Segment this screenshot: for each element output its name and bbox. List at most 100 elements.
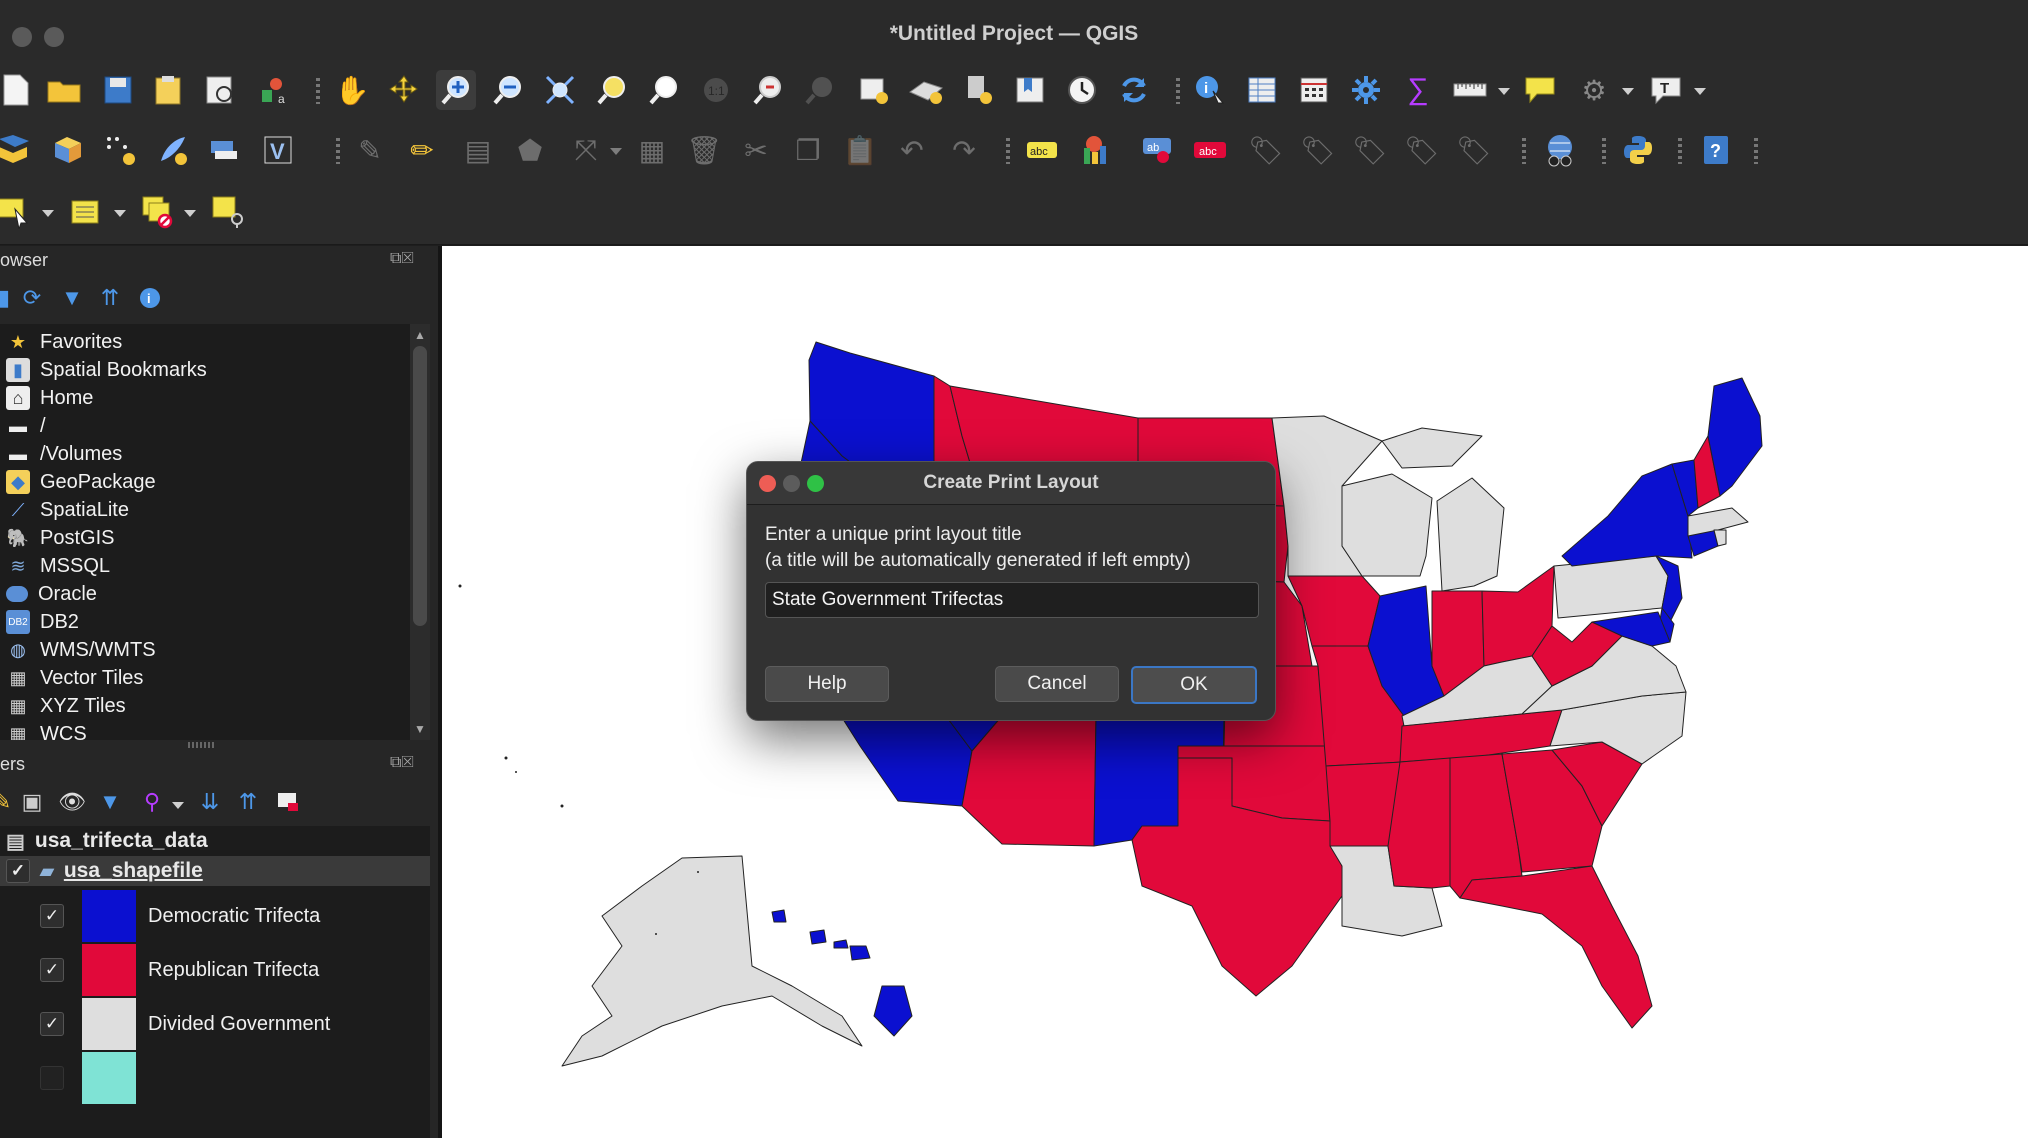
metasearch-icon[interactable] <box>1540 130 1580 170</box>
collapse-all-icon[interactable]: ⇈ <box>94 282 126 314</box>
save-project-icon[interactable] <box>98 70 138 110</box>
filter-dropdown-caret[interactable] <box>172 802 184 809</box>
move-label-icon[interactable]: 🏷 <box>1298 130 1338 170</box>
identify-features-icon[interactable]: i <box>1190 70 1230 110</box>
cut-features-icon[interactable]: ✂ <box>736 130 776 170</box>
deselect-dropdown-caret[interactable] <box>184 210 196 217</box>
processing-toolbox-icon[interactable] <box>1346 70 1386 110</box>
new-map-view-icon[interactable] <box>854 70 894 110</box>
add-group-icon[interactable]: ▣ <box>16 786 48 818</box>
filter-browser-icon[interactable]: ▼ <box>56 282 88 314</box>
digitize-icon[interactable]: ⬟ <box>510 130 550 170</box>
new-temporary-layer-icon[interactable] <box>100 130 140 170</box>
scroll-down-arrow[interactable]: ▼ <box>414 722 426 736</box>
filter-legend-icon[interactable]: ▼ <box>94 786 126 818</box>
deselect-all-icon[interactable] <box>138 192 178 232</box>
python-console-icon[interactable] <box>1618 130 1658 170</box>
close-panel-icon[interactable]: ☒ <box>401 250 413 267</box>
measure-icon[interactable] <box>1450 70 1490 110</box>
save-as-icon[interactable] <box>150 70 190 110</box>
temporal-controller-icon[interactable] <box>1062 70 1102 110</box>
select-dropdown-caret[interactable] <box>42 210 54 217</box>
attribute-table-icon[interactable] <box>1242 70 1282 110</box>
diagram-tool-icon[interactable] <box>1074 130 1114 170</box>
print-preview-icon[interactable] <box>200 70 240 110</box>
settings-gear-icon[interactable]: ⚙ <box>1574 70 1614 110</box>
remove-layer-icon[interactable] <box>272 786 304 818</box>
show-bookmarks-icon[interactable] <box>1010 70 1050 110</box>
browser-item-volumes[interactable]: ▬/Volumes <box>6 440 122 468</box>
highlight-label-icon[interactable]: ab <box>1138 130 1178 170</box>
legend-checkbox[interactable]: ✓ <box>40 1012 64 1036</box>
browser-item-root[interactable]: ▬ / <box>6 412 46 440</box>
select-features-icon[interactable] <box>0 192 34 232</box>
style-manager-icon[interactable]: a <box>254 70 294 110</box>
settings-dropdown-caret[interactable] <box>1622 88 1634 95</box>
browser-item-spatial-bookmarks[interactable]: ▮ Spatial Bookmarks <box>6 356 207 384</box>
zoom-out-icon[interactable] <box>488 70 528 110</box>
show-hide-labels-icon[interactable]: abc <box>1190 130 1230 170</box>
legend-checkbox[interactable]: ✓ <box>40 904 64 928</box>
layer-usa-shapefile[interactable]: ✓ ▰ usa_shapefile <box>6 856 203 886</box>
zoom-last-icon[interactable] <box>748 70 788 110</box>
zoom-full-icon[interactable] <box>540 70 580 110</box>
browser-item-spatialite[interactable]: ⟋ SpatiaLite <box>6 496 129 524</box>
change-label-icon[interactable]: 🏷 <box>1402 130 1442 170</box>
browser-item-wcs[interactable]: ▦ WCS <box>6 720 86 741</box>
new-shapefile-layer-icon[interactable] <box>204 130 244 170</box>
layer-visibility-checkbox[interactable]: ✓ <box>6 859 30 883</box>
save-edits-icon[interactable]: ▤ <box>458 130 498 170</box>
new-3d-view-icon[interactable] <box>906 70 946 110</box>
browser-item-favorites[interactable]: ★ Favorites <box>6 328 122 356</box>
cancel-button[interactable]: Cancel <box>995 666 1119 702</box>
new-geopackage-layer-icon[interactable] <box>48 130 88 170</box>
select-location-icon[interactable] <box>208 192 248 232</box>
pin-label-icon[interactable]: 🏷 <box>1246 130 1286 170</box>
layout-title-input[interactable]: State Government Trifectas <box>765 582 1259 618</box>
text-annotation-icon[interactable]: T <box>1646 70 1686 110</box>
help-button[interactable]: Help <box>765 666 889 702</box>
browser-item-mssql[interactable]: ≋ MSSQL <box>6 552 110 580</box>
toggle-editing-icon[interactable]: ✏ <box>402 130 442 170</box>
statistics-sum-icon[interactable]: ∑ <box>1398 70 1438 110</box>
refresh-icon[interactable] <box>1114 70 1154 110</box>
pan-to-selection-icon[interactable] <box>384 70 424 110</box>
edit-pencil-icon[interactable]: ✎ <box>350 130 390 170</box>
copy-features-icon[interactable]: ❐ <box>788 130 828 170</box>
legend-checkbox[interactable]: ✓ <box>40 958 64 982</box>
browser-item-xyz-tiles[interactable]: ▦ XYZ Tiles <box>6 692 125 720</box>
new-bookmark-icon[interactable] <box>958 70 998 110</box>
vertex-dropdown-caret[interactable] <box>610 148 622 155</box>
undo-icon[interactable]: ↶ <box>892 130 932 170</box>
zoom-next-icon[interactable] <box>800 70 840 110</box>
browser-scrollbar[interactable]: ▲ ▼ <box>410 324 430 740</box>
label-tool-icon[interactable]: abc <box>1022 130 1062 170</box>
scroll-up-arrow[interactable]: ▲ <box>414 328 426 342</box>
layer-usa-trifecta-data[interactable]: ▤ usa_trifecta_data <box>6 826 208 856</box>
scrollbar-thumb[interactable] <box>413 346 427 626</box>
rotate-label-icon[interactable]: 🏷 <box>1350 130 1390 170</box>
manage-visibility-eye-icon[interactable]: 👁 <box>56 786 88 818</box>
float-panel-icon[interactable]: ⧉ <box>390 250 401 267</box>
legend-item-divided[interactable]: ✓ Divided Government <box>40 998 330 1050</box>
browser-item-db2[interactable]: DB2 DB2 <box>6 608 79 636</box>
legend-item-republican[interactable]: ✓ Republican Trifecta <box>40 944 319 996</box>
new-project-icon[interactable] <box>0 70 36 110</box>
vertex-tool-icon[interactable]: ⤧ <box>566 130 606 170</box>
expression-dropdown-caret[interactable] <box>114 210 126 217</box>
browser-item-oracle[interactable]: Oracle <box>6 580 97 608</box>
annotation-dropdown-caret[interactable] <box>1694 88 1706 95</box>
delete-selected-icon[interactable]: 🗑 <box>684 130 724 170</box>
measure-dropdown-caret[interactable] <box>1498 88 1510 95</box>
map-tips-icon[interactable] <box>1520 70 1560 110</box>
expand-all-icon[interactable]: ⇊ <box>194 786 226 818</box>
browser-item-geopackage[interactable]: ◆ GeoPackage <box>6 468 156 496</box>
open-project-icon[interactable] <box>44 70 84 110</box>
close-panel-icon[interactable]: ☒ <box>401 754 413 771</box>
browser-item-wms-wmts[interactable]: ◍ WMS/WMTS <box>6 636 155 664</box>
legend-checkbox[interactable] <box>40 1066 64 1090</box>
refresh-browser-icon[interactable]: ⟳ <box>16 282 48 314</box>
panel-splitter[interactable] <box>188 742 216 748</box>
browser-item-home[interactable]: ⌂ Home <box>6 384 93 412</box>
pan-hand-icon[interactable]: ✋ <box>332 70 372 110</box>
